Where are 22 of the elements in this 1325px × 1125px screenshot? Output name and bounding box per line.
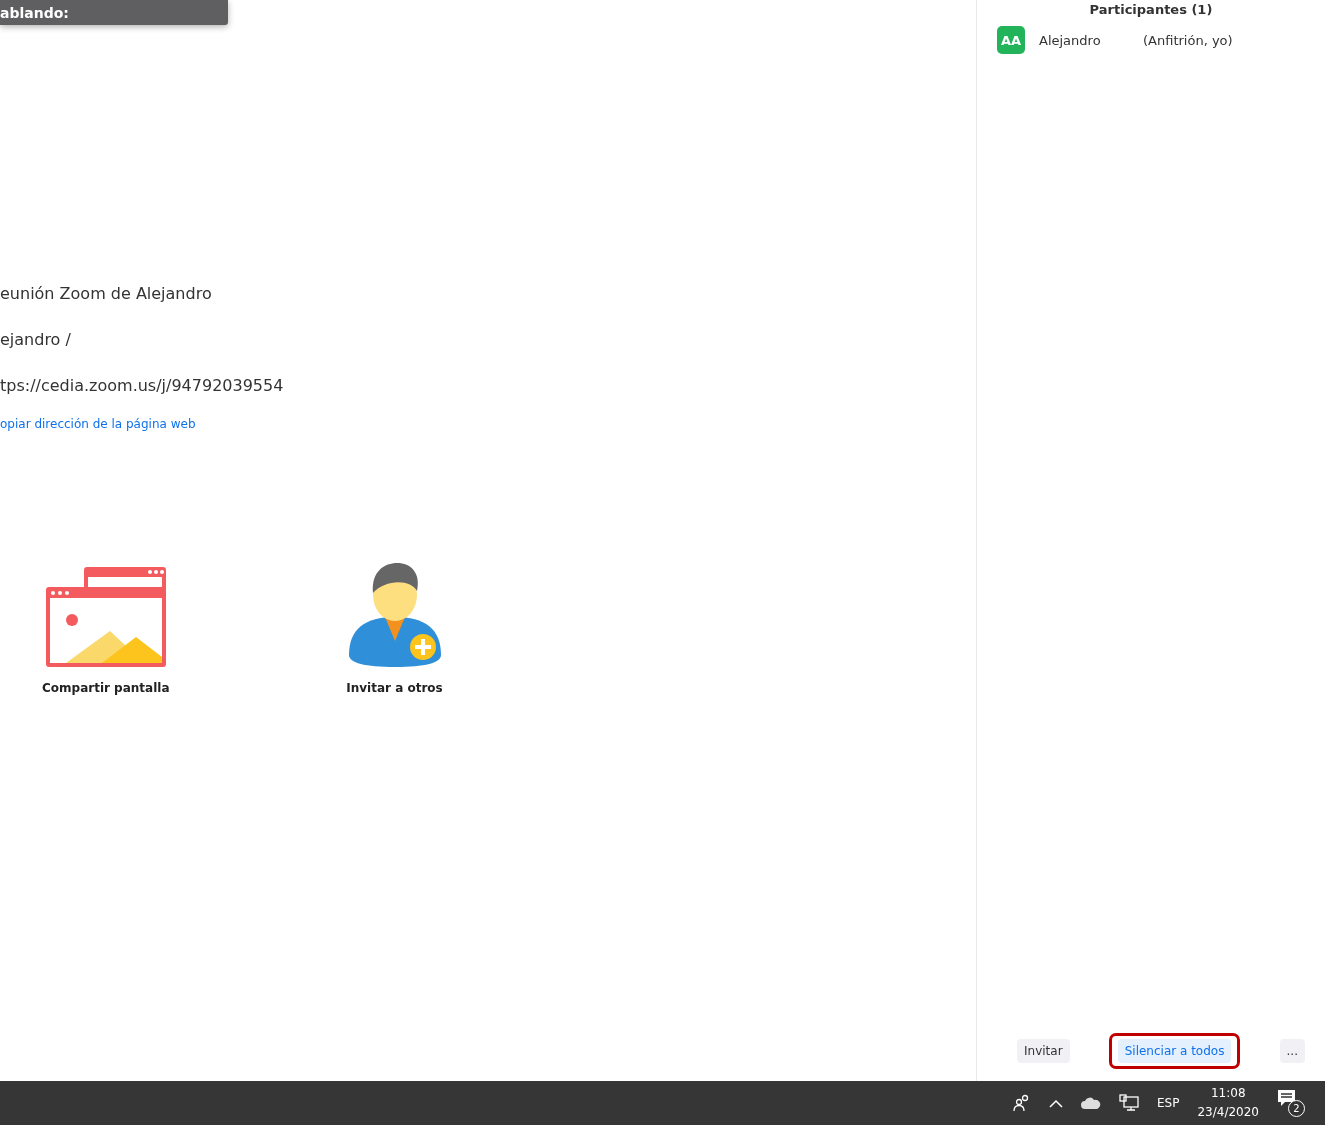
share-screen-icon[interactable] <box>43 565 168 669</box>
copy-link[interactable]: opiar dirección de la página web <box>0 417 196 431</box>
notification-count: 2 <box>1288 1100 1305 1117</box>
meeting-topic: eunión Zoom de Alejandro <box>0 283 212 305</box>
mute-all-button[interactable]: Silenciar a todos <box>1117 1039 1232 1063</box>
language-indicator[interactable]: ESP <box>1157 1096 1180 1110</box>
panel-button[interactable]: ... <box>1279 1039 1305 1063</box>
meeting-host: ejandro / <box>0 329 71 351</box>
cloud-icon[interactable] <box>1081 1097 1102 1109</box>
speaking-label: ablando: <box>0 4 69 21</box>
action-label[interactable]: Invitar a otros <box>346 681 443 695</box>
participant-role: (Anfitrión, yo) <box>1143 32 1233 48</box>
clock-time[interactable]: 11:08 <box>1210 1084 1246 1103</box>
participant-avatar: AA <box>997 26 1025 54</box>
clock-date[interactable]: 23/4/2020 <box>1197 1103 1259 1122</box>
chevron-up-icon[interactable] <box>1049 1098 1064 1108</box>
network-icon[interactable] <box>1119 1094 1140 1112</box>
meeting-url: tps://cedia.zoom.us/j/94792039554 <box>0 375 284 397</box>
participant-name: Alejandro <box>1039 32 1102 48</box>
action-label[interactable]: Compartir pantalla <box>42 681 170 695</box>
panel-button[interactable]: Invitar <box>1017 1039 1070 1063</box>
participants-title: Participantes (1) <box>1088 2 1214 19</box>
